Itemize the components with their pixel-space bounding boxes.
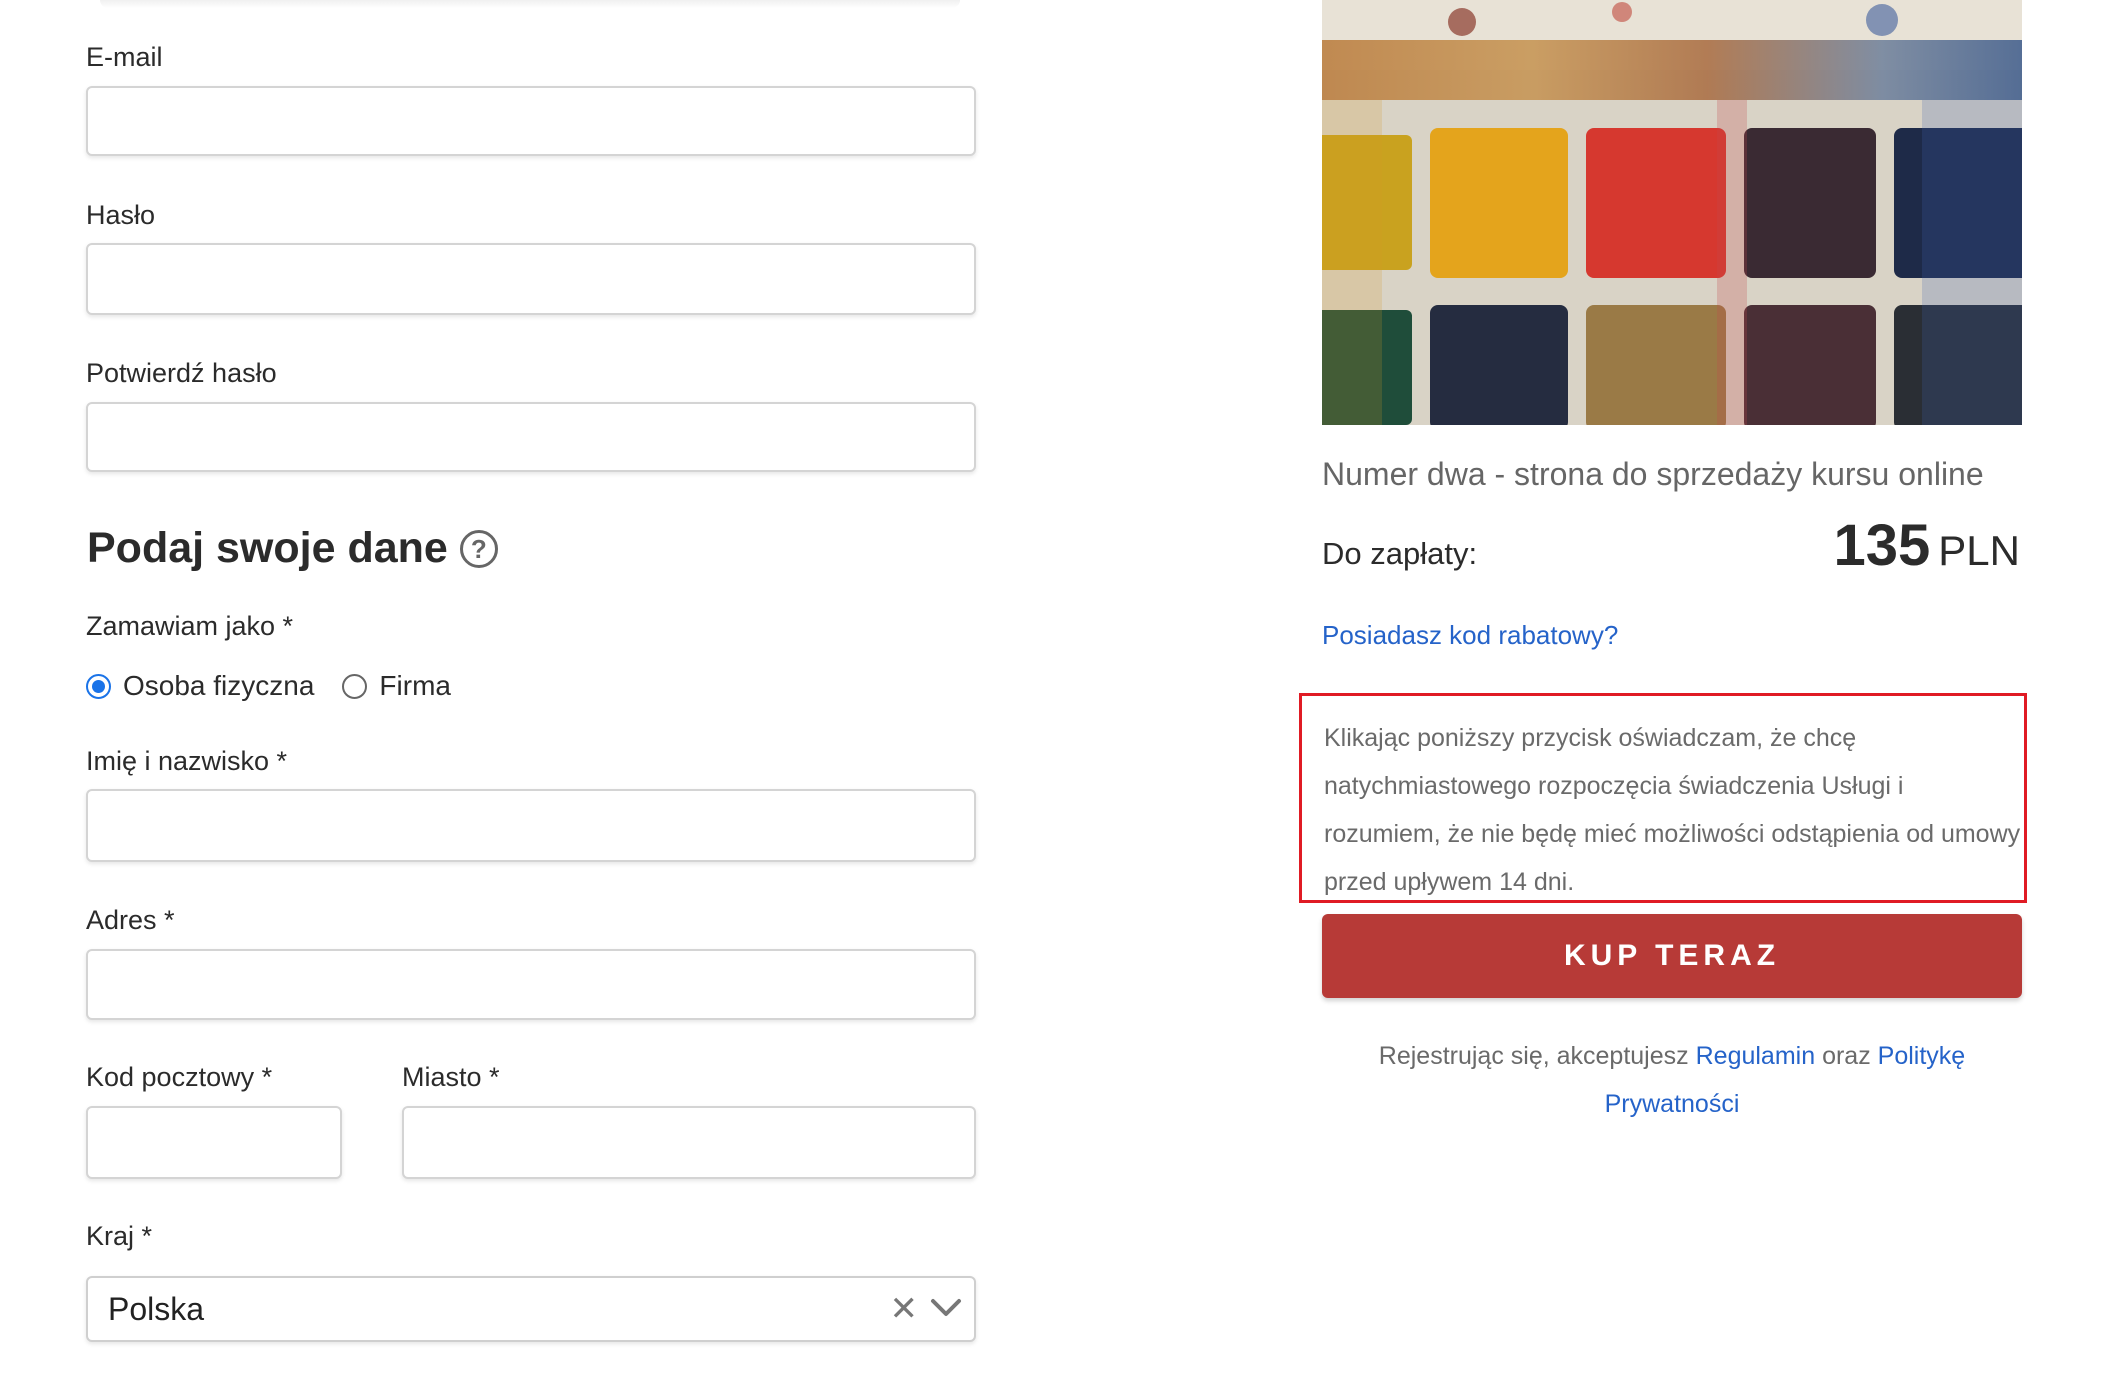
- postal-code-field[interactable]: [86, 1106, 342, 1179]
- order-as-radio-group: Osoba fizyczna Firma: [86, 670, 479, 702]
- personal-data-heading: Podaj swoje dane ?: [87, 524, 498, 573]
- card-top-shadow: [100, 0, 960, 8]
- watercolor-palette-image: [1322, 0, 2022, 425]
- country-select[interactable]: Polska ✕: [86, 1276, 976, 1342]
- full-name-label: Imię i nazwisko *: [86, 746, 288, 776]
- country-label: Kraj *: [86, 1221, 153, 1251]
- chevron-down-icon[interactable]: [930, 1296, 962, 1320]
- email-field[interactable]: [86, 86, 976, 156]
- postal-code-label: Kod pocztowy *: [86, 1062, 273, 1092]
- price-amount: 135: [1833, 513, 1931, 578]
- consent-text: Klikając poniższy przycisk oświadczam, ż…: [1324, 724, 2021, 896]
- country-select-value: Polska: [108, 1290, 205, 1327]
- discount-code-link[interactable]: Posiadasz kod rabatowy?: [1322, 620, 1618, 651]
- radio-individual[interactable]: [86, 673, 111, 699]
- radio-company[interactable]: [342, 673, 368, 699]
- confirm-password-label: Potwierdź hasło: [86, 358, 277, 388]
- section-title-text: Podaj swoje dane: [87, 524, 448, 572]
- city-field[interactable]: [402, 1106, 976, 1179]
- password-field[interactable]: [86, 243, 976, 315]
- question-circle-icon[interactable]: ?: [459, 529, 498, 568]
- legal-middle: oraz: [1822, 1042, 1871, 1070]
- radio-option-individual[interactable]: Osoba fizyczna: [86, 670, 314, 702]
- radio-option-company[interactable]: Firma: [342, 670, 451, 702]
- close-icon[interactable]: ✕: [890, 1292, 919, 1326]
- amount-due-label: Do zapłaty:: [1322, 536, 1478, 571]
- radio-company-label: Firma: [379, 670, 451, 701]
- price: 135 PLN: [1834, 512, 2020, 579]
- consent-highlight-box: Klikając poniższy przycisk oświadczam, ż…: [1299, 693, 2027, 903]
- product-image: [1322, 0, 2022, 425]
- password-label: Hasło: [86, 200, 156, 230]
- address-label: Adres *: [86, 905, 175, 935]
- radio-individual-label: Osoba fizyczna: [123, 670, 315, 701]
- email-label: E-mail: [86, 42, 163, 72]
- terms-link[interactable]: Regulamin: [1696, 1042, 1816, 1070]
- product-title: Numer dwa - strona do sprzedaży kursu on…: [1322, 456, 1984, 492]
- address-field[interactable]: [86, 949, 976, 1020]
- legal-prefix: Rejestrując się, akceptujesz: [1378, 1042, 1689, 1070]
- city-label: Miasto *: [402, 1062, 500, 1092]
- confirm-password-field[interactable]: [86, 402, 976, 472]
- buy-now-button[interactable]: KUP TERAZ: [1322, 914, 2022, 998]
- price-currency: PLN: [1938, 527, 2020, 574]
- order-as-label: Zamawiam jako *: [86, 611, 294, 641]
- legal-notice: Rejestrując się, akceptujesz Regulamin o…: [1322, 1032, 2022, 1128]
- full-name-field[interactable]: [86, 789, 976, 862]
